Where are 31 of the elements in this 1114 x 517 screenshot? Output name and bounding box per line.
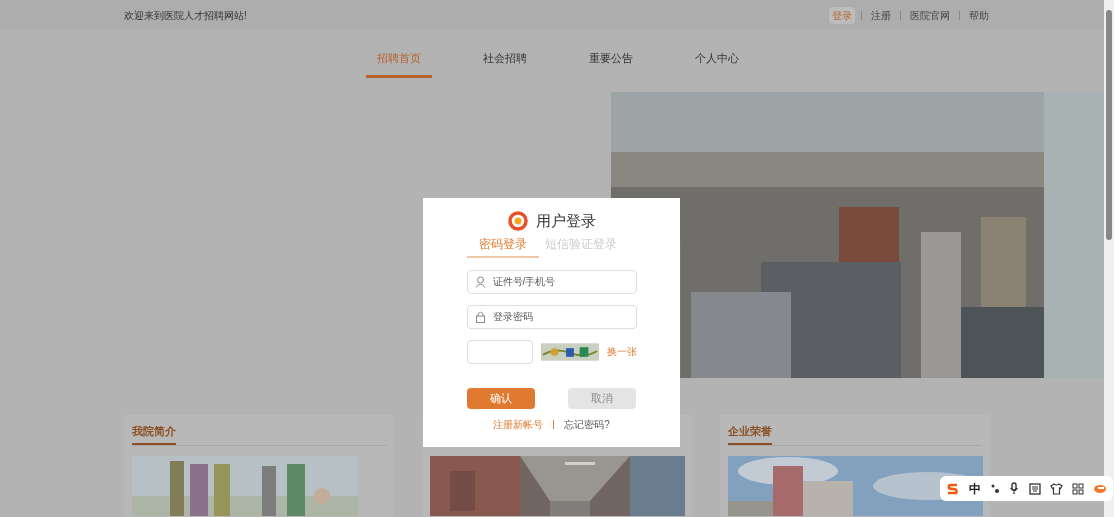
login-tab[interactable]: 密码登录 [466,234,539,258]
nav-tab[interactable]: 社会招聘 [472,43,538,78]
punctuation-icon[interactable] [990,482,1001,495]
top-link[interactable]: 医院官网 [907,6,953,24]
welcome-text: 欢迎来到医院人才招聘网站! [124,8,247,23]
confirm-button[interactable]: 确认 [467,387,535,409]
grid-icon[interactable] [1071,482,1084,495]
logo-icon [507,211,528,232]
lock-icon [474,310,486,323]
keyboard-icon[interactable] [1028,482,1041,495]
top-link[interactable]: 登录 [829,6,855,24]
register-link[interactable]: 注册新帐号 [493,416,544,432]
top-link[interactable]: 帮助 [966,6,992,24]
shirt-icon[interactable] [1049,482,1063,495]
nav-tab[interactable]: 重要公告 [578,43,644,78]
dialog-title: 用户登录 [535,211,596,231]
captcha-image [540,342,599,361]
scrollbar-thumb[interactable] [1106,10,1112,240]
top-link[interactable]: 注册 [868,6,894,24]
captcha-input[interactable] [466,339,533,364]
ime-logo-icon[interactable] [946,481,960,496]
section-title: 我院简介 [132,422,176,445]
refresh-captcha-link[interactable]: 换一张 [606,344,637,359]
text-field[interactable]: 证件号/手机号 [466,269,637,294]
section-title: 企业荣誉 [728,422,772,445]
microphone-icon[interactable] [1009,482,1020,495]
user-icon [474,275,486,288]
nav-tab[interactable]: 个人中心 [684,43,750,78]
text-field[interactable]: 登录密码 [466,304,637,329]
input-mode-toggle[interactable]: 中 [969,479,982,498]
forgot-password-link[interactable]: 忘记密码? [564,416,610,432]
